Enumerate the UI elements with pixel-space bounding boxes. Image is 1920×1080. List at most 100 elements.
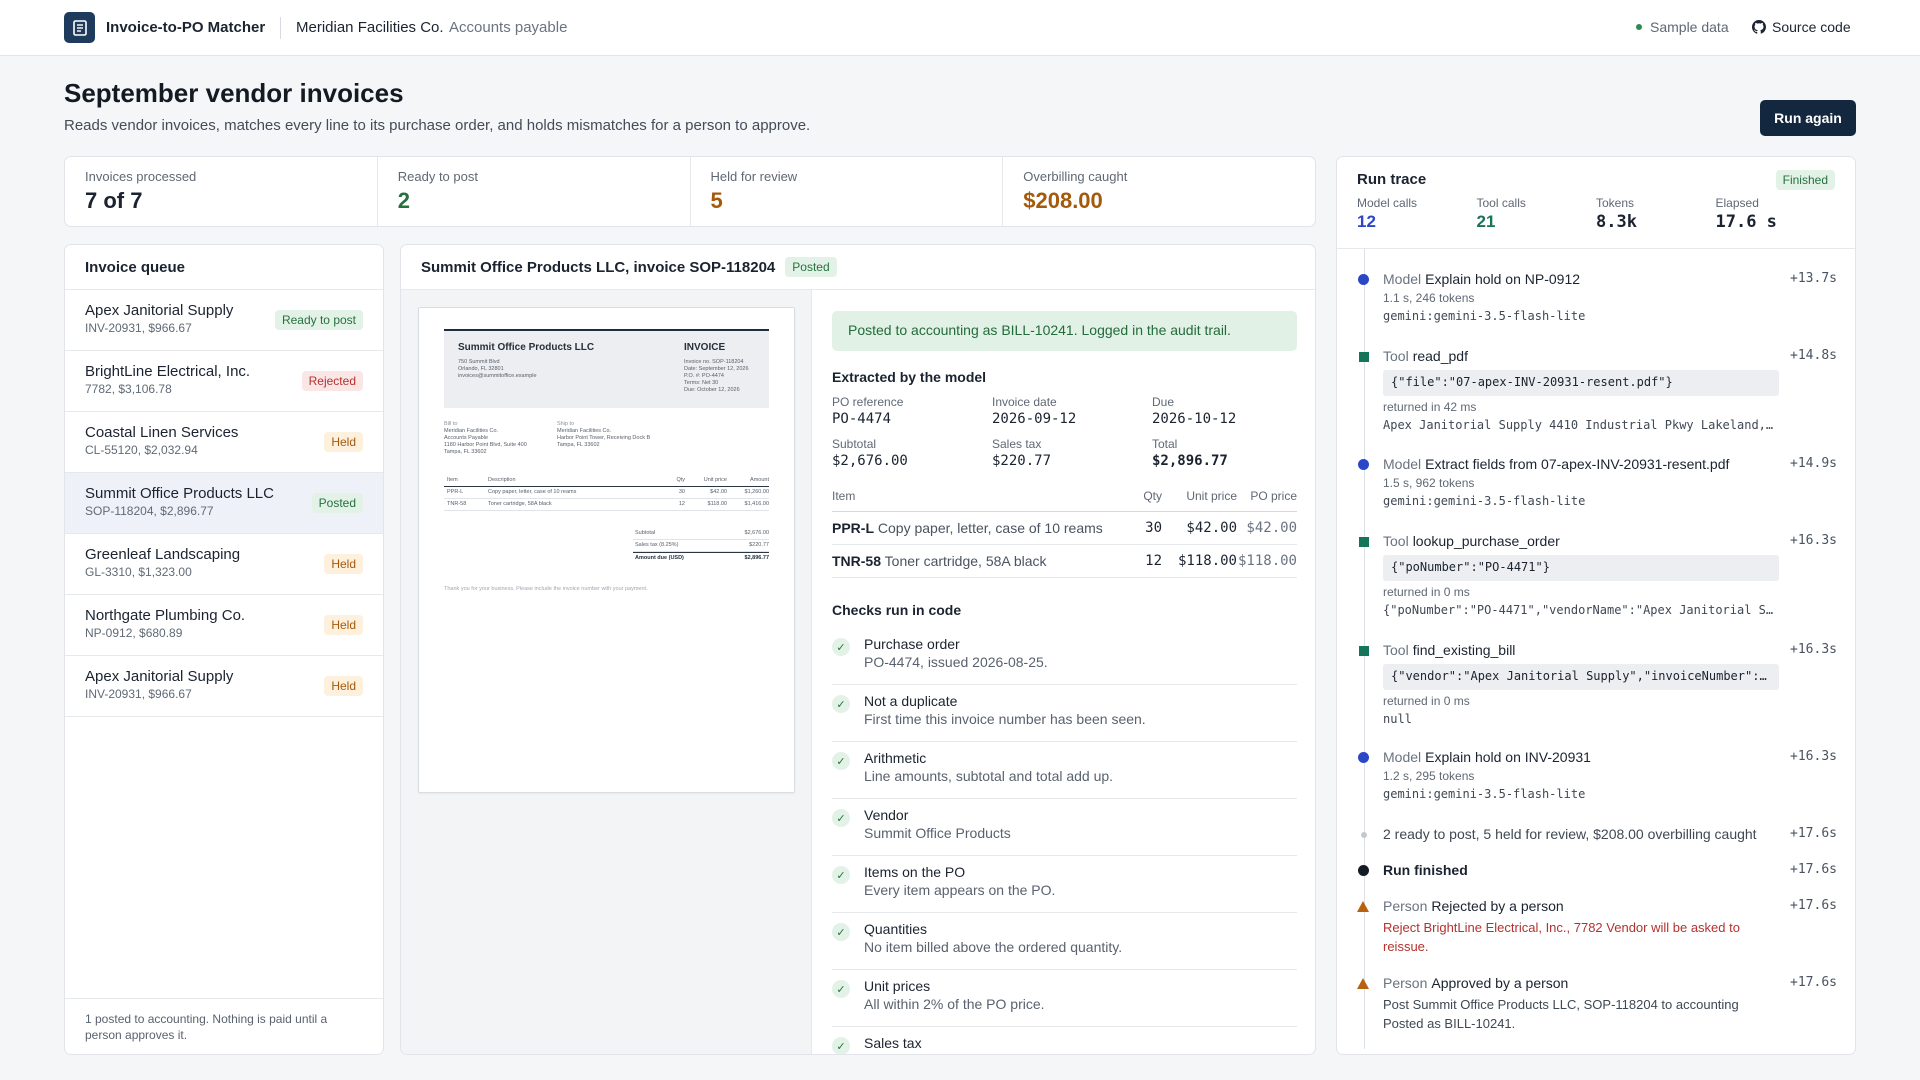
event-name: Approved by a person bbox=[1431, 975, 1569, 991]
trace-event-summary: 2 ready to post, 5 held for review, $208… bbox=[1357, 826, 1837, 842]
queue-item[interactable]: BrightLine Electrical, Inc. 7782, $3,106… bbox=[65, 351, 383, 412]
check-desc: Line amounts, subtotal and total add up. bbox=[864, 768, 1114, 784]
queue-item[interactable]: Greenleaf Landscaping GL-3310, $1,323.00… bbox=[65, 534, 383, 595]
source-code-label: Source code bbox=[1772, 19, 1851, 35]
trace-event-finished: Run finished +17.6s bbox=[1357, 862, 1837, 878]
check-title: Items on the PO bbox=[864, 864, 966, 880]
invoice-queue: Invoice queue Apex Janitorial Supply INV… bbox=[64, 244, 384, 1055]
page-title: September vendor invoices bbox=[64, 78, 404, 108]
app-logo-icon bbox=[64, 12, 95, 43]
queue-item[interactable]: Apex Janitorial Supply INV-20931, $966.6… bbox=[65, 656, 383, 717]
trace-event-model: Model Extract fields from 07-apex-INV-209… bbox=[1357, 456, 1837, 508]
doc-cell: $2,896.77 bbox=[744, 555, 769, 561]
extracted-section-title: Extracted by the model bbox=[832, 369, 987, 385]
field-label: Invoice date bbox=[992, 395, 1057, 409]
doc-total-row: Amount due (USD) $2,896.77 bbox=[633, 552, 769, 564]
detail-header: Summit Office Products LLC, invoice SOP-… bbox=[401, 245, 1315, 290]
doc-bill-to: Bill to Meridian Facilities Co. Accounts… bbox=[444, 421, 527, 456]
doc-cell: Amount due (USD) bbox=[635, 555, 684, 561]
trace-stats: Model calls 12 Tool calls 21 Tokens 8.3k El… bbox=[1357, 196, 1835, 232]
trace-stat-model-calls: Model calls 12 bbox=[1357, 196, 1477, 232]
check-icon: ✓ bbox=[832, 638, 850, 656]
doc-cell: Toner cartridge, 58A black bbox=[488, 501, 552, 507]
invoice-extraction-pane[interactable]: Posted to accounting as BILL-10241. Logg… bbox=[812, 290, 1315, 1054]
doc-line: Ship to bbox=[557, 421, 575, 427]
event-title: Person Approved by a person bbox=[1357, 975, 1837, 991]
queue-item-meta: NP-0912, $680.89 bbox=[85, 626, 183, 640]
doc-line: invoices@summitoffice.example bbox=[458, 373, 537, 379]
queue-item-selected[interactable]: Summit Office Products LLC SOP-118204, $… bbox=[65, 473, 383, 534]
item-desc: Copy paper, letter, case of 10 reams bbox=[877, 520, 1103, 536]
doc-line: Meridian Facilities Co. bbox=[444, 428, 499, 434]
run-again-button[interactable]: Run again bbox=[1760, 100, 1856, 136]
event-name: Explain hold on INV-20931 bbox=[1425, 749, 1591, 765]
queue-item[interactable]: Northgate Plumbing Co. NP-0912, $680.89 … bbox=[65, 595, 383, 656]
status-badge: Rejected bbox=[301, 371, 363, 391]
stats-bar: Invoices processed 7 of 7 Ready to post … bbox=[64, 156, 1316, 227]
stat-value: $208.00 bbox=[1023, 188, 1103, 213]
event-time: +17.6s bbox=[1790, 862, 1837, 877]
doc-line: 1180 Harbor Point Blvd, Suite 400 bbox=[444, 442, 527, 448]
extracted-fields: PO reference PO-4474 Invoice date 2026-09-… bbox=[832, 395, 1297, 469]
doc-line: P.O. #: PO-4474 bbox=[684, 373, 724, 379]
doc-line-row: PPR-L Copy paper, letter, case of 10 rea… bbox=[444, 487, 769, 499]
status-badge: Posted bbox=[785, 257, 837, 277]
stat-label: Ready to post bbox=[397, 169, 478, 184]
event-name: Extract fields from 07-apex-INV-20931-re… bbox=[1425, 456, 1730, 472]
doc-cell: Description bbox=[488, 477, 516, 483]
detail-title: Summit Office Products LLC, invoice SOP-… bbox=[421, 258, 776, 276]
event-args: {"file":"07-apex-INV-20931-resent.pdf"} bbox=[1383, 370, 1779, 396]
status-badge: Finished bbox=[1775, 170, 1835, 190]
check-title: Purchase order bbox=[864, 636, 960, 652]
check-item: ✓ Items on the PO Every item appears on th… bbox=[832, 856, 1297, 913]
field-label: Sales tax bbox=[992, 437, 1042, 451]
event-output: gemini:gemini-3.5-flash-lite bbox=[1383, 787, 1586, 801]
field-subtotal: Subtotal $2,676.00 bbox=[832, 437, 992, 469]
queue-item[interactable]: Coastal Linen Services CL-55120, $2,032.… bbox=[65, 412, 383, 473]
doc-cell: 30 bbox=[678, 489, 685, 495]
queue-item-meta: GL-3310, $1,323.00 bbox=[85, 565, 192, 579]
check-item: ✓ Unit prices All within 2% of the PO pric… bbox=[832, 970, 1297, 1027]
queue-footer-note: 1 posted to accounting. Nothing is paid … bbox=[65, 998, 383, 1054]
event-time: +16.3s bbox=[1790, 642, 1837, 657]
queue-item[interactable]: Apex Janitorial Supply INV-20931, $966.6… bbox=[65, 290, 383, 351]
status-dot-icon bbox=[1636, 24, 1642, 30]
event-time: +17.6s bbox=[1790, 975, 1837, 990]
doc-cell: TNR-58 bbox=[447, 501, 467, 507]
stat-label: Held for review bbox=[710, 169, 798, 184]
check-desc: All within 2% of the PO price. bbox=[864, 996, 1045, 1012]
field-value: $2,896.77 bbox=[1152, 453, 1228, 469]
event-sub: 1.5 s, 962 tokens bbox=[1383, 476, 1475, 490]
run-trace-panel: Run trace Finished Model calls 12 Tool ca… bbox=[1336, 156, 1856, 1055]
event-output: null bbox=[1383, 712, 1412, 726]
event-kind: Tool bbox=[1383, 642, 1409, 658]
check-icon: ✓ bbox=[832, 923, 850, 941]
event-note: Post Summit Office Products LLC, SOP-118… bbox=[1357, 995, 1837, 1033]
doc-invoice-meta: Invoice no. SOP-118204 Date: September 1… bbox=[684, 359, 749, 394]
stat-ready-to-post: Ready to post 2 bbox=[378, 157, 691, 226]
unit-price-cell: $42.00 bbox=[1162, 511, 1237, 545]
queue-item-name: Coastal Linen Services bbox=[85, 424, 239, 441]
field-sales-tax: Sales tax $220.77 bbox=[992, 437, 1152, 469]
tool-marker-icon bbox=[1359, 646, 1369, 656]
queue-item-name: Northgate Plumbing Co. bbox=[85, 607, 246, 624]
event-kind: Model bbox=[1383, 456, 1422, 472]
field-value: 2026-09-12 bbox=[992, 411, 1077, 427]
source-code-link[interactable]: Source code bbox=[1752, 19, 1851, 35]
qty-cell: 12 bbox=[1126, 544, 1162, 578]
doc-line: Tampa, FL 33602 bbox=[444, 449, 487, 455]
event-name: read_pdf bbox=[1412, 348, 1468, 364]
field-value: $2,676.00 bbox=[832, 453, 908, 469]
invoice-document-preview: Summit Office Products LLC 750 Summit Bl… bbox=[418, 307, 795, 793]
event-output: gemini:gemini-3.5-flash-lite bbox=[1383, 494, 1586, 508]
status-badge: Ready to post bbox=[274, 310, 363, 330]
po-price-cell: $118.00 bbox=[1237, 544, 1297, 578]
table-header-row: Item Qty Unit price PO price bbox=[832, 489, 1297, 512]
event-time: +14.9s bbox=[1790, 456, 1837, 471]
doc-line: Invoice no. SOP-118204 bbox=[684, 359, 744, 365]
check-title: Not a duplicate bbox=[864, 693, 958, 709]
invoice-preview-pane[interactable]: Summit Office Products LLC 750 Summit Bl… bbox=[401, 290, 812, 1054]
field-label: Total bbox=[1152, 437, 1178, 451]
trace-header: Run trace Finished Model calls 12 Tool ca… bbox=[1337, 157, 1855, 249]
event-name: Explain hold on NP-0912 bbox=[1425, 271, 1581, 287]
